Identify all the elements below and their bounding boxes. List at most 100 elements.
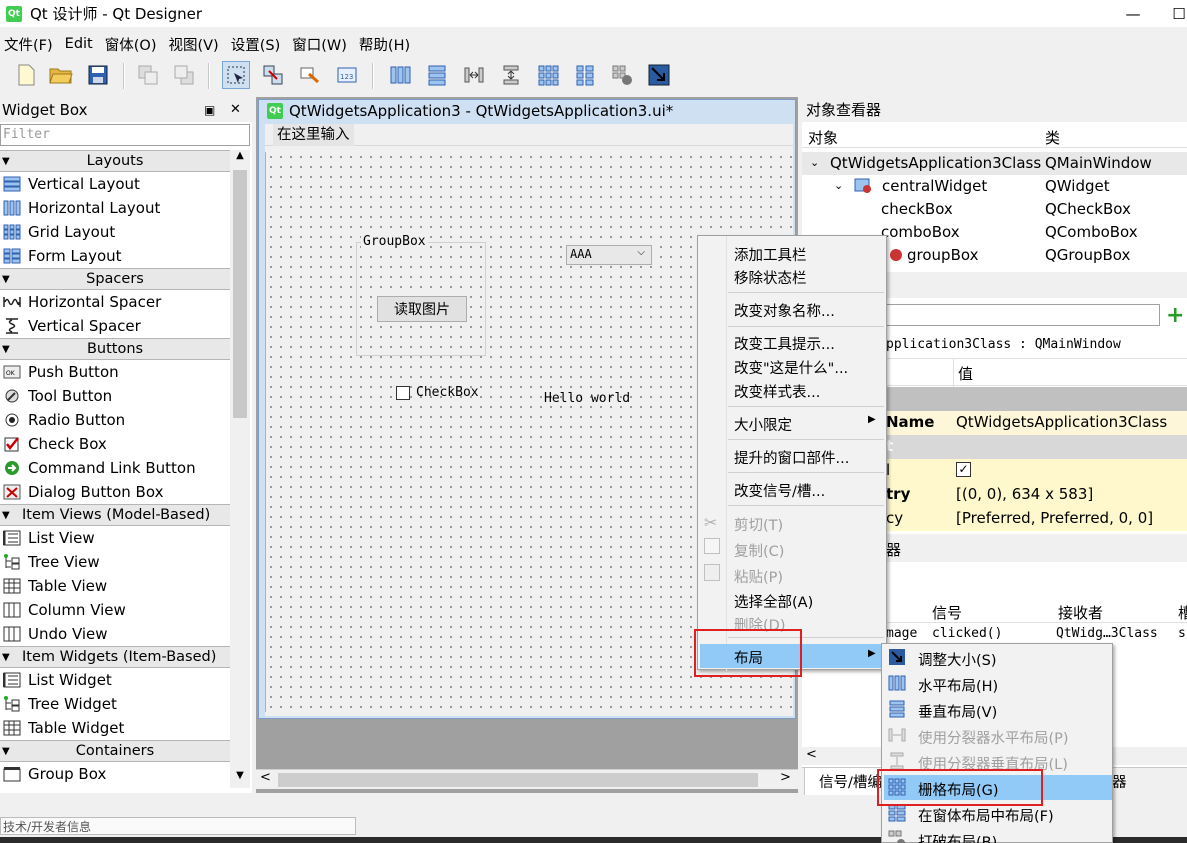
widget-item-list-widget[interactable]: List Widget [0, 668, 230, 692]
send-back-icon[interactable] [134, 61, 162, 89]
menu-item-promoted-widgets[interactable]: 提升的窗口部件... [734, 447, 849, 468]
close-icon[interactable]: ✕ [230, 102, 241, 117]
break-layout-icon[interactable] [608, 61, 636, 89]
widget-item-label: Horizontal Layout [28, 199, 161, 217]
widget-item-radio-button[interactable]: Radio Button [0, 408, 230, 432]
menu-item-select-all[interactable]: 选择全部(A) [734, 591, 813, 612]
layout-h-splitter-icon[interactable] [460, 61, 488, 89]
menu-item-add-toolbar[interactable]: 添加工具栏 [734, 244, 807, 265]
layout-horizontal-icon[interactable] [386, 61, 414, 89]
menu-file[interactable]: 文件(F) [0, 34, 57, 55]
layout-grid-icon[interactable] [534, 61, 562, 89]
widget-item-list-view[interactable]: List View [0, 526, 230, 550]
float-icon[interactable]: ▣ [204, 103, 215, 117]
tree-row[interactable]: ⌄ centralWidget QWidget [802, 175, 1187, 198]
edit-signals-icon[interactable] [259, 61, 287, 89]
widget-item-table-view[interactable]: Table View [0, 574, 230, 598]
widget-item-check-box[interactable]: Check Box [0, 432, 230, 456]
layout-form-icon[interactable] [571, 61, 599, 89]
widget-item-tree-widget[interactable]: Tree Widget [0, 692, 230, 716]
property-value[interactable]: QtWidgetsApplication3Class [956, 413, 1167, 431]
adjust-size-icon[interactable] [645, 61, 673, 89]
submenu-item-form-layout[interactable]: 在窗体布局中布局(F) [918, 805, 1054, 826]
widget-item-dialog-button-box[interactable]: Dialog Button Box [0, 480, 230, 504]
edit-tab-order-icon[interactable]: 123 [333, 61, 361, 89]
property-value[interactable]: [Preferred, Preferred, 0, 0] [956, 509, 1153, 527]
combo-box[interactable]: AAA ⌵ [566, 245, 652, 265]
layout-v-splitter-icon[interactable] [497, 61, 525, 89]
menu-window[interactable]: 窗口(W) [288, 34, 351, 55]
widget-item-undo-view[interactable]: Undo View [0, 622, 230, 646]
widget-item-tree-view[interactable]: Tree View [0, 550, 230, 574]
menu-item-change-tooltip[interactable]: 改变工具提示... [734, 333, 835, 354]
enabled-checkbox[interactable]: ✓ [956, 462, 971, 477]
menu-item-paste[interactable]: 粘贴(P) [734, 566, 783, 587]
widget-item-horizontal-layout[interactable]: Horizontal Layout [0, 196, 230, 220]
edit-widgets-icon[interactable] [222, 61, 250, 89]
layout-vertical-icon[interactable] [423, 61, 451, 89]
submenu-item-splitter-horizontal[interactable]: 使用分裂器水平布局(P) [918, 727, 1069, 748]
col-receiver: 接收者 [1058, 604, 1104, 622]
save-icon[interactable] [84, 61, 112, 89]
widget-item-horizontal-spacer[interactable]: Horizontal Spacer [0, 290, 230, 314]
menu-edit[interactable]: Edit [61, 36, 97, 52]
category-layouts[interactable]: ▼ Layouts [0, 150, 230, 172]
menu-item-cut[interactable]: 剪切(T) [734, 514, 783, 535]
submenu-item-vertical-layout[interactable]: 垂直布局(V) [918, 701, 997, 722]
new-file-icon[interactable] [12, 61, 40, 89]
widget-item-vertical-spacer[interactable]: Vertical Spacer [0, 314, 230, 338]
form-area-hscrollbar[interactable]: < > [256, 769, 798, 789]
menu-item-change-object-name[interactable]: 改变对象名称... [734, 300, 835, 321]
category-spacers[interactable]: ▼ Spacers [0, 268, 230, 290]
checkbox-box[interactable] [396, 386, 410, 400]
tree-row[interactable]: checkBox QCheckBox [802, 198, 1187, 221]
submenu-item-break-layout[interactable]: 打破布局(B) [918, 831, 997, 843]
menu-item-change-stylesheet[interactable]: 改变样式表... [734, 381, 820, 402]
property-value[interactable]: [(0, 0), 634 x 583] [956, 485, 1093, 503]
menu-item-size-constraints[interactable]: 大小限定 [734, 414, 792, 435]
menu-item-remove-statusbar[interactable]: 移除状态栏 [734, 267, 807, 288]
menu-item-copy[interactable]: 复制(C) [734, 540, 784, 561]
menu-form[interactable]: 窗体(O) [101, 34, 161, 55]
filter-input[interactable]: Filter [0, 124, 250, 146]
widget-item-form-layout[interactable]: Form Layout [0, 244, 230, 268]
widget-item-group-box[interactable]: Group Box [0, 762, 230, 786]
widget-item-table-widget[interactable]: Table Widget [0, 716, 230, 740]
bring-front-icon[interactable] [170, 61, 198, 89]
object-class: QMainWindow [1045, 154, 1152, 172]
read-image-button[interactable]: 读取图片 [377, 296, 467, 322]
widget-item-grid-layout[interactable]: Grid Layout [0, 220, 230, 244]
hello-label: Hello world [544, 391, 631, 406]
tree-row[interactable]: ⌄ QtWidgetsApplication3Class QMainWindow [802, 152, 1187, 175]
menu-item-change-whatsthis[interactable]: 改变"这是什么"... [734, 357, 848, 378]
widget-item-label: Group Box [28, 765, 107, 783]
expand-arrow-icon[interactable]: ⌄ [834, 179, 843, 192]
minimize-button[interactable]: — [1110, 0, 1156, 27]
category-buttons[interactable]: ▼ Buttons [0, 338, 230, 360]
chevron-down-icon: ▼ [2, 651, 10, 663]
expand-arrow-icon[interactable]: ⌄ [810, 156, 819, 169]
tool-button-icon [2, 387, 22, 405]
edit-buddies-icon[interactable] [296, 61, 324, 89]
widget-item-column-view[interactable]: Column View [0, 598, 230, 622]
widget-item-vertical-layout[interactable]: Vertical Layout [0, 172, 230, 196]
submenu-item-horizontal-layout[interactable]: 水平布局(H) [918, 675, 998, 696]
category-item-widgets-item-based[interactable]: ▼ Item Widgets (Item-Based) [0, 646, 230, 668]
maximize-button[interactable]: ☐ [1156, 0, 1187, 27]
group-box-icon [2, 765, 22, 783]
submenu-item-adjust-size[interactable]: 调整大小(S) [918, 649, 997, 670]
widget-item-tool-button[interactable]: Tool Button [0, 384, 230, 408]
menu-help[interactable]: 帮助(H) [355, 34, 414, 55]
category-containers[interactable]: ▼ Containers [0, 740, 230, 762]
menu-settings[interactable]: 设置(S) [227, 34, 285, 55]
open-folder-icon[interactable] [47, 61, 75, 89]
widget-item-command-link-button[interactable]: Command Link Button [0, 456, 230, 480]
category-item-views-model-based[interactable]: ▼ Item Views (Model-Based) [0, 504, 230, 526]
tab-resource-browser[interactable]: 器 [1112, 771, 1127, 792]
menu-view[interactable]: 视图(V) [164, 34, 222, 55]
menu-item-change-signals-slots[interactable]: 改变信号/槽... [734, 480, 825, 501]
widget-box-scrollbar[interactable]: ▲ ▼ [230, 150, 250, 788]
add-dynamic-property-icon[interactable]: + [1166, 303, 1184, 328]
menu-type-here[interactable]: 在这里输入 [273, 124, 354, 146]
widget-item-push-button[interactable]: OK Push Button [0, 360, 230, 384]
